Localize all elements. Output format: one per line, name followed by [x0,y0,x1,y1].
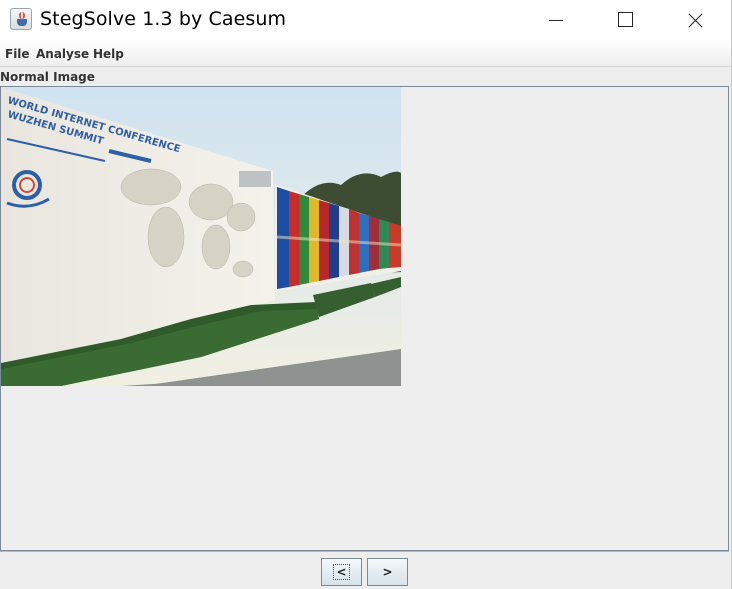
next-plane-button[interactable]: > [367,558,408,586]
minimize-icon[interactable] [533,0,579,40]
close-icon[interactable] [672,0,718,40]
previous-plane-button[interactable]: < [321,558,362,586]
menu-help[interactable]: Help [93,47,124,61]
menu-bar: File Analyse Help [0,40,731,67]
bottom-separator [0,551,729,552]
title-bar[interactable]: StegSolve 1.3 by Caesum [0,0,731,40]
loaded-image: WORLD INTERNET CONFERENCE WUZHEN SUMMIT [1,87,401,386]
java-coffee-cup-icon [10,8,32,30]
image-mode-label: Normal Image [0,70,95,84]
menu-file[interactable]: File [5,47,30,61]
menu-analyse[interactable]: Analyse [36,47,89,61]
maximize-icon[interactable] [601,0,647,40]
previous-plane-label: < [333,564,350,580]
window-title: StegSolve 1.3 by Caesum [40,8,287,30]
stegsolve-window: StegSolve 1.3 by Caesum File Analyse Hel… [0,0,732,589]
